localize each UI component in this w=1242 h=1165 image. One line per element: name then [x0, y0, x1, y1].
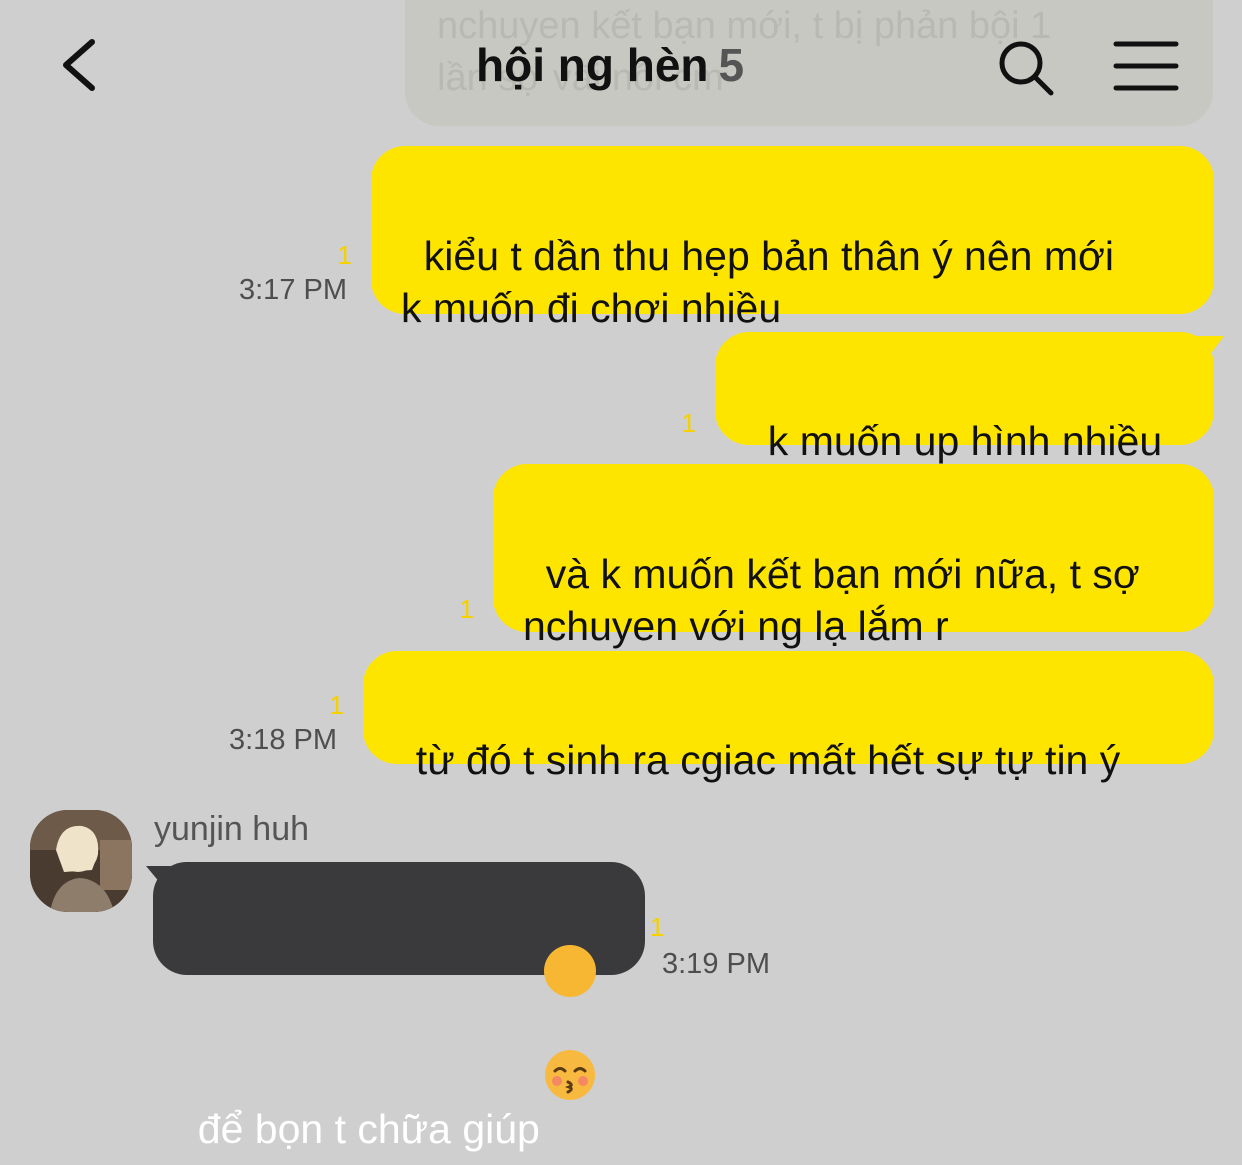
message-text: từ đó t sinh ra cgiac mất hết sự tự tin … [415, 737, 1121, 783]
message-time: 3:18 PM [229, 724, 337, 756]
sender-name: yunjin huh [154, 810, 310, 848]
my-message-bubble[interactable]: kiểu t dần thu hẹp bản thân ý nên mới k … [371, 146, 1214, 331]
unread-count: 1 [681, 408, 696, 438]
message-text: k muốn up hình nhiều [767, 418, 1163, 464]
message-text: và k muốn kết bạn mới nữa, t sợ nchuyen … [523, 551, 1140, 649]
their-message-bubble[interactable]: để bọn t chữa giúp [153, 862, 645, 1152]
unread-count: 1 [329, 690, 344, 720]
my-message-bubble[interactable]: k muốn up hình nhiều [715, 332, 1214, 464]
chat-name: hội ng hèn [476, 39, 709, 91]
unread-count: 1 [459, 594, 474, 624]
profile-photo [30, 810, 132, 912]
unread-count: 1 [337, 240, 352, 270]
my-message-bubble[interactable]: từ đó t sinh ra cgiac mất hết sự tự tin … [363, 651, 1214, 783]
hamburger-menu-icon [1113, 41, 1179, 91]
unread-count: 1 [650, 912, 665, 942]
menu-button[interactable] [1112, 38, 1180, 94]
message-time: 3:17 PM [239, 274, 347, 306]
chevron-left-icon [63, 39, 95, 91]
avatar[interactable] [30, 810, 132, 912]
message-text: kiểu t dần thu hẹp bản thân ý nên mới k … [401, 233, 1114, 331]
search-icon [999, 41, 1054, 96]
chat-header: hội ng hèn 5 [0, 0, 1242, 130]
my-message-bubble[interactable]: và k muốn kết bạn mới nữa, t sợ nchuyen … [493, 464, 1214, 649]
member-count: 5 [718, 39, 745, 91]
bubble-tail [1196, 336, 1224, 360]
message-text: để bọn t chữa giúp [197, 1106, 540, 1152]
back-button[interactable] [54, 30, 114, 100]
search-button[interactable] [994, 36, 1058, 100]
chat-title: hội ng hèn 5 [476, 38, 744, 98]
message-time: 3:19 PM [662, 948, 770, 980]
kissing-face-icon [543, 945, 596, 1100]
